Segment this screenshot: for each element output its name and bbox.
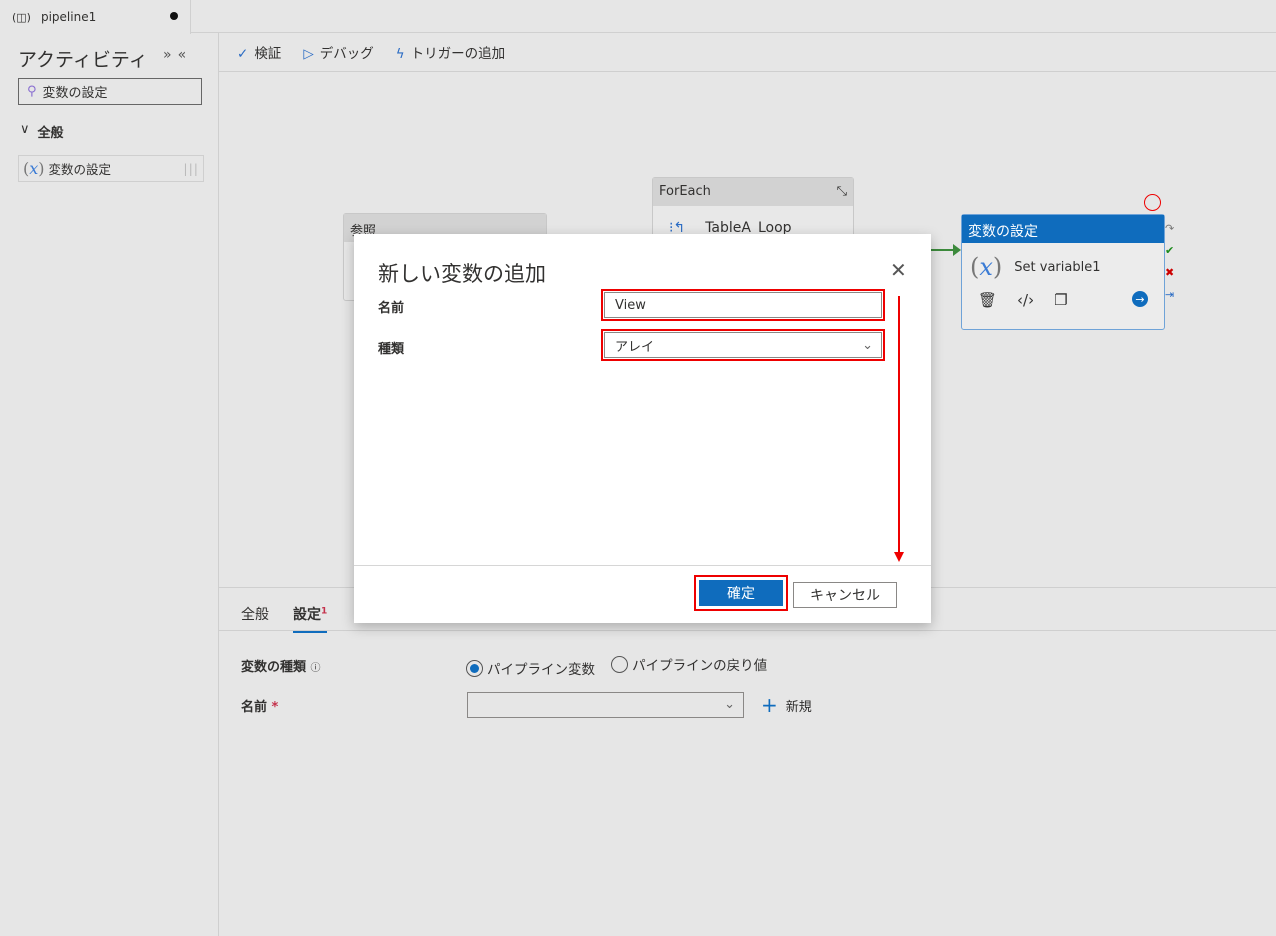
sidebar-title: アクティビティ	[18, 49, 148, 71]
pipeline-icon: (◫)	[12, 10, 31, 24]
search-icon: ⚲	[27, 84, 37, 99]
dialog-type-label: 種類	[378, 342, 405, 357]
radio-circle	[611, 655, 629, 673]
cancel-button[interactable]: キャンセル	[793, 582, 897, 608]
radio-label: パイプラインの戻り値	[632, 658, 768, 674]
collapse-all-icon[interactable]: »	[163, 47, 178, 63]
radio-label: パイプライン変数	[487, 662, 595, 678]
node-outputs: ↷ ✔ ✖ ⇥	[1165, 222, 1174, 301]
go-icon[interactable]: →	[1132, 291, 1148, 307]
node-header: ForEach ⤡	[653, 178, 853, 206]
failure-output-icon[interactable]: ✖	[1165, 266, 1174, 279]
annotation-arrow	[898, 296, 900, 556]
variable-type-select[interactable]: アレイ ⌄	[601, 329, 885, 361]
unsaved-dot-icon	[170, 12, 178, 20]
name-label: 名前 *	[241, 696, 278, 715]
delete-icon[interactable]: 🗑	[978, 291, 997, 309]
input-value: View	[615, 297, 646, 313]
label-text: 名前	[241, 700, 268, 715]
collapse-sidebar-icon[interactable]: «	[178, 47, 193, 63]
group-general[interactable]: ∨ 全般	[20, 122, 64, 141]
variable-icon: (x)	[23, 159, 45, 178]
chevron-down-icon: ⌄	[862, 337, 873, 353]
chevron-down-icon: ∨	[20, 122, 30, 137]
info-icon: ⓘ	[310, 663, 321, 674]
tab-title: pipeline1	[40, 10, 97, 24]
activity-set-variable[interactable]: (x) 変数の設定 |||	[18, 155, 204, 182]
radio-pipeline-variable[interactable]: パイプライン変数	[466, 658, 595, 678]
connector-arrowhead	[953, 244, 961, 256]
tab-pipeline1[interactable]: (◫) pipeline1	[0, 0, 191, 34]
variable-name-input[interactable]: View	[601, 289, 885, 321]
trigger-icon: ϟ	[395, 46, 405, 62]
tab-bar	[0, 0, 1276, 33]
completion-output-icon[interactable]: ⇥	[1165, 288, 1174, 301]
variable-icon: (x)	[970, 253, 1003, 281]
debug-label: デバッグ	[319, 46, 374, 62]
search-value: 変数の設定	[42, 86, 108, 101]
collapse-icon[interactable]: ⤡	[837, 184, 847, 199]
node-actions: 🗑 ‹/› ❐ →	[962, 291, 1164, 309]
validate-button[interactable]: ✓ 検証	[237, 42, 281, 62]
chevron-down-icon: ⌄	[724, 697, 735, 712]
error-badge: 1	[321, 606, 328, 617]
skip-output-icon[interactable]: ↷	[1165, 222, 1174, 235]
divider	[219, 630, 1276, 631]
radio-pipeline-return[interactable]: パイプラインの戻り値	[611, 654, 767, 674]
debug-button[interactable]: ▷ デバッグ	[303, 42, 373, 62]
plus-icon: +	[761, 693, 778, 717]
group-label: 全般	[37, 126, 64, 141]
annotation-arrowhead	[894, 552, 904, 562]
node-title: ForEach	[659, 184, 711, 199]
label-text: 変数の種類	[241, 660, 307, 675]
error-indicator-icon	[1144, 194, 1161, 211]
node-body: (x) Set variable1	[962, 243, 1164, 291]
new-label: 新規	[785, 699, 812, 715]
activity-label: 変数の設定	[48, 162, 112, 177]
drag-handle-icon[interactable]: |||	[183, 161, 199, 176]
tab-settings[interactable]: 設定1	[293, 604, 328, 633]
sidebar-controls: »«	[163, 47, 192, 63]
check-icon: ✓	[237, 46, 249, 62]
properties-panel: 全般 設定1 変数の種類 ⓘ パイプライン変数 パイプラインの戻り値 名前 * …	[219, 587, 1276, 936]
name-dropdown[interactable]: ⌄	[467, 692, 744, 718]
add-trigger-label: トリガーの追加	[410, 46, 506, 62]
activity-search-input[interactable]: ⚲ 変数の設定	[18, 78, 202, 105]
set-variable-node[interactable]: 変数の設定 (x) Set variable1 🗑 ‹/› ❐ →	[961, 214, 1165, 330]
radio-circle	[466, 659, 483, 677]
ok-button[interactable]: 確定	[699, 580, 783, 606]
dialog-title: 新しい変数の追加	[378, 262, 546, 286]
required-marker: *	[271, 700, 279, 715]
activities-sidebar: アクティビティ »« ⚲ 変数の設定 ∨ 全般 (x) 変数の設定 |||	[0, 33, 219, 936]
toolbar: ✓ 検証 ▷ デバッグ ϟ トリガーの追加	[219, 33, 1276, 72]
code-icon[interactable]: ‹/›	[1017, 291, 1034, 309]
node-header: 変数の設定	[962, 215, 1164, 243]
tab-general[interactable]: 全般	[241, 604, 269, 633]
properties-tabs: 全般 設定1	[241, 604, 328, 633]
add-trigger-button[interactable]: ϟ トリガーの追加	[396, 42, 505, 62]
var-type-radios: パイプライン変数 パイプラインの戻り値	[466, 654, 779, 678]
add-variable-dialog: 新しい変数の追加 ✕ 名前 View 種類 アレイ ⌄ 確定 キャンセル	[354, 234, 931, 623]
dialog-footer-divider	[354, 565, 931, 566]
var-type-label: 変数の種類 ⓘ	[241, 656, 321, 675]
dialog-name-label: 名前	[378, 301, 405, 316]
tab-label: 設定	[293, 607, 321, 623]
success-output-icon[interactable]: ✔	[1165, 244, 1174, 257]
node-name: Set variable1	[1014, 259, 1101, 275]
copy-icon[interactable]: ❐	[1054, 291, 1067, 309]
play-icon: ▷	[303, 46, 314, 62]
ok-highlight: 確定	[694, 575, 788, 611]
close-icon[interactable]: ✕	[890, 258, 907, 282]
validate-label: 検証	[254, 46, 282, 62]
select-value: アレイ	[615, 339, 655, 355]
new-variable-button[interactable]: + 新規	[761, 693, 812, 717]
